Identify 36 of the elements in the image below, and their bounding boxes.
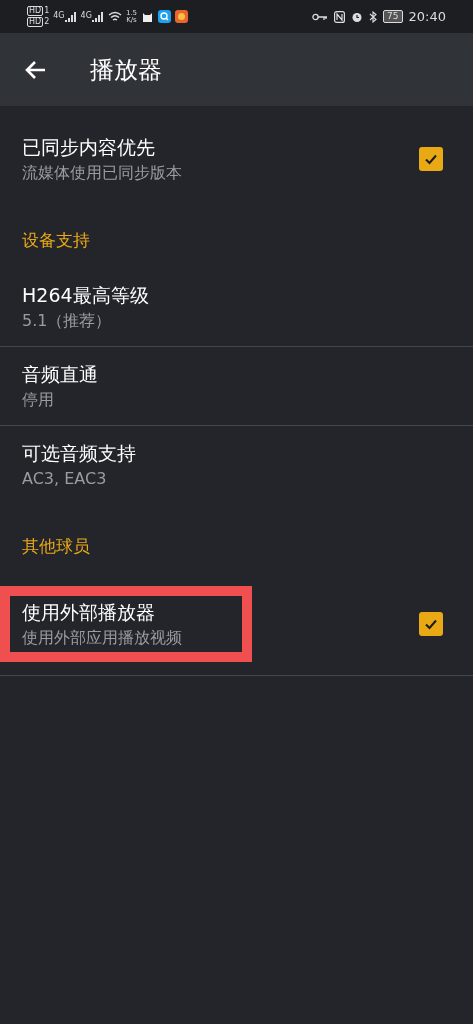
network-label: 4G bbox=[80, 11, 92, 20]
cat-app-icon bbox=[141, 10, 154, 23]
key-icon bbox=[312, 12, 329, 21]
alarm-icon bbox=[351, 10, 364, 23]
settings-row[interactable]: H264最高等级 5.1（推荐） bbox=[0, 267, 473, 346]
setting-subtitle: AC3, EAC3 bbox=[22, 467, 108, 490]
checkbox[interactable] bbox=[419, 612, 443, 636]
sim-number: 2 bbox=[44, 18, 50, 26]
app-icon bbox=[175, 10, 188, 23]
search-app-icon bbox=[158, 10, 171, 23]
network-label: 4G bbox=[53, 11, 65, 20]
setting-title: 音频直通 bbox=[22, 361, 98, 387]
screen-title: 播放器 bbox=[90, 54, 162, 86]
settings-row[interactable]: 使用外部播放器 使用外部应用播放视频 bbox=[0, 573, 473, 675]
setting-title: 可选音频支持 bbox=[22, 440, 136, 466]
bluetooth-icon bbox=[369, 10, 378, 23]
settings-row[interactable]: 音频直通 停用 bbox=[0, 346, 473, 425]
signal-icon bbox=[64, 11, 77, 22]
clock-time: 20:40 bbox=[408, 7, 446, 26]
wifi-icon bbox=[107, 11, 122, 22]
signal-icon bbox=[91, 11, 104, 22]
setting-title: H264最高等级 bbox=[22, 282, 149, 308]
setting-subtitle: 5.1（推荐） bbox=[22, 309, 113, 332]
setting-subtitle: 停用 bbox=[22, 388, 55, 411]
checkbox[interactable] bbox=[419, 147, 443, 171]
battery-indicator: 75 bbox=[383, 10, 403, 23]
nfc-icon bbox=[334, 10, 346, 23]
settings-row[interactable]: 已同步内容优先 流媒体使用已同步版本 bbox=[0, 120, 473, 198]
section-header: 设备支持 bbox=[22, 230, 90, 250]
sim-number: 1 bbox=[44, 7, 50, 15]
setting-title: 已同步内容优先 bbox=[22, 135, 156, 160]
setting-subtitle: 使用外部应用播放视频 bbox=[22, 627, 182, 649]
setting-title: 使用外部播放器 bbox=[22, 600, 156, 625]
setting-subtitle: 流媒体使用已同步版本 bbox=[22, 162, 182, 184]
settings-row[interactable]: 可选音频支持 AC3, EAC3 bbox=[0, 425, 473, 504]
section-header: 其他球员 bbox=[22, 535, 90, 556]
